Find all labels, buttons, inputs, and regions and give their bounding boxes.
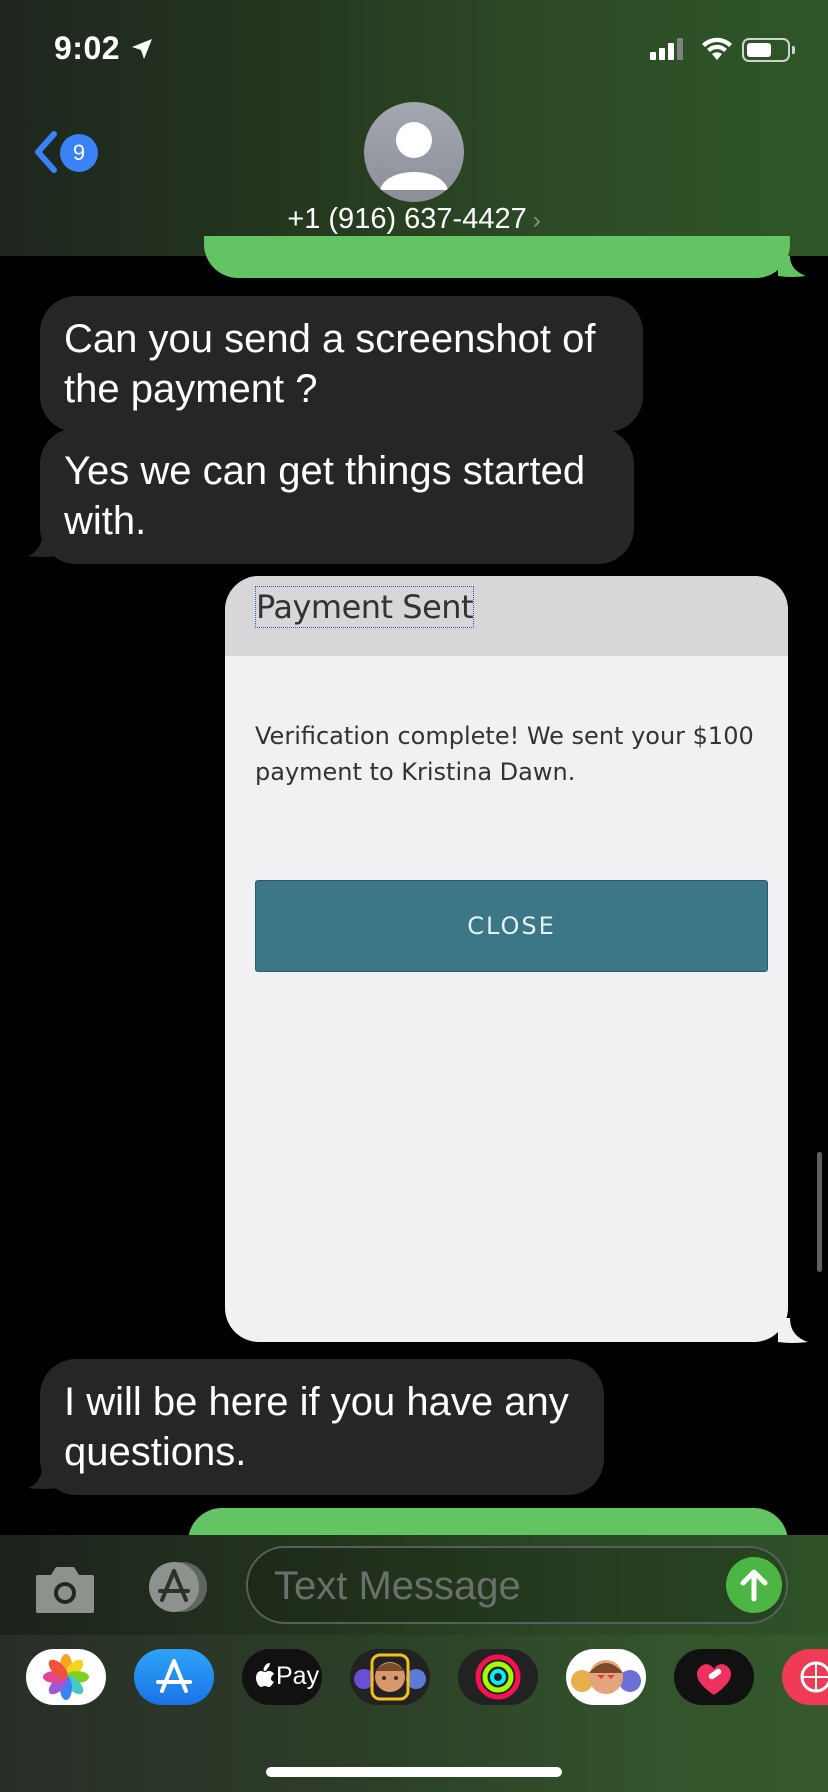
screenshot-body-text: Verification complete! We sent your $100…	[255, 722, 754, 786]
bubble-tail	[778, 256, 806, 277]
status-time: 9:02	[54, 30, 121, 66]
message-text: Yes we can get things started with.	[64, 449, 586, 543]
payment-screenshot-image[interactable]: Payment Sent Verification complete! We s…	[225, 576, 788, 1342]
person-silhouette-icon	[380, 122, 448, 190]
back-chevron-icon[interactable]	[30, 130, 60, 174]
wifi-icon	[702, 37, 732, 60]
home-indicator[interactable]	[266, 1767, 562, 1777]
bubble-tail	[28, 1466, 58, 1489]
message-text: Can you send a screenshot of the payment…	[64, 317, 596, 411]
compose-bar	[0, 1535, 828, 1635]
photos-icon[interactable]	[26, 1649, 106, 1705]
scrollbar[interactable]	[817, 1152, 822, 1272]
screenshot-close-button: CLOSE	[255, 880, 768, 972]
app-store-drawer-icon[interactable]	[140, 1560, 212, 1614]
screenshot-header: Payment Sent	[225, 576, 788, 656]
contact-name[interactable]: +1 (916) 637-4427 ›	[0, 203, 828, 236]
screenshot-title: Payment Sent	[255, 586, 475, 628]
send-arrow-icon[interactable]	[726, 1557, 782, 1613]
cellular-signal-icon	[650, 38, 684, 60]
conversation-header: 9:02 9 +1 (916) 637-4427 ›	[0, 0, 828, 256]
received-message-bubble[interactable]: Yes we can get things started with.	[40, 428, 634, 564]
apple-pay-icon[interactable]: Pay	[242, 1649, 322, 1705]
activity-icon[interactable]	[458, 1649, 538, 1705]
globe-app-icon[interactable]	[782, 1649, 828, 1705]
bubble-tail	[778, 1318, 808, 1343]
chevron-right-icon: ›	[532, 207, 541, 234]
status-bar: 9:02	[0, 0, 828, 100]
battery-icon	[742, 38, 790, 62]
bubble-tail	[28, 534, 58, 557]
message-input[interactable]	[272, 1558, 716, 1614]
heart-stickers-icon[interactable]	[674, 1649, 754, 1705]
animoji-icon[interactable]	[566, 1649, 646, 1705]
memoji-stickers-icon[interactable]	[350, 1649, 430, 1705]
location-arrow-icon	[132, 39, 152, 59]
message-input-container[interactable]	[246, 1546, 788, 1624]
contact-avatar[interactable]	[364, 102, 464, 202]
received-message-bubble[interactable]: Can you send a screenshot of the payment…	[40, 296, 643, 432]
app-store-icon[interactable]	[134, 1649, 214, 1705]
sent-message-bubble-partial[interactable]	[204, 236, 790, 278]
received-message-bubble[interactable]: I will be here if you have any questions…	[40, 1359, 604, 1495]
message-text: I will be here if you have any questions…	[64, 1380, 569, 1474]
contact-phone-number[interactable]: +1 (916) 637-4427	[287, 203, 526, 235]
camera-icon[interactable]	[34, 1565, 96, 1615]
apple-pay-label: Pay	[276, 1662, 320, 1690]
unread-count-badge[interactable]: 9	[60, 134, 98, 172]
battery-cap	[792, 46, 795, 54]
